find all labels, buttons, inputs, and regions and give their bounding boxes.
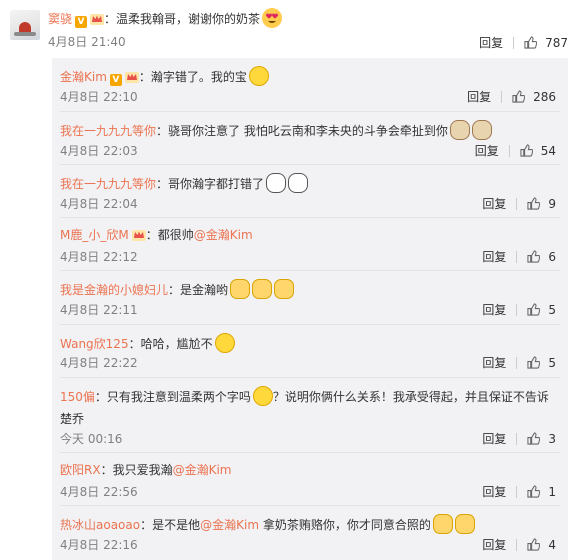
thumbs-up-icon[interactable] <box>524 36 537 49</box>
husky-emoji-icon <box>266 173 287 193</box>
like-count: 5 <box>548 355 556 370</box>
thumbs-up-icon[interactable] <box>527 432 540 445</box>
reply-text: ：是不是他 <box>140 518 201 532</box>
comment-actions: 回复 787 <box>479 34 568 51</box>
thumbs-up-icon[interactable] <box>527 303 540 316</box>
reply-item: Wang欣125：哈哈，尴尬不 4月8日 22:22 回复 5 <box>52 325 568 377</box>
vip-crown-icon <box>132 229 146 241</box>
cat-emoji-icon <box>274 279 295 299</box>
reply-text: ：哥你瀚字都打错了 <box>156 177 265 191</box>
reply-text: ：是金瀚哟 <box>168 283 229 297</box>
like-count: 9 <box>548 196 556 211</box>
vip-crown-icon <box>125 71 139 83</box>
username-link[interactable]: 欧阳RX <box>60 463 101 477</box>
reply-button[interactable]: 回复 <box>482 483 506 500</box>
replies-panel: 金瀚Kim V ：瀚字错了。我的宝 4月8日 22:10 回复 286 我在一九九九等… <box>52 58 568 560</box>
reply-text: ：骁哥你注意了 我怕叱云南和李未央的斗争会牵扯到你 <box>156 124 448 138</box>
thumbs-up-icon[interactable] <box>527 250 540 263</box>
reply-item: 欧阳RX：我只爱我瀚@金瀚Kim 4月8日 22:56 回复 1 <box>52 453 568 505</box>
reply-text: ：只有我注意到温柔两个字吗 <box>94 390 251 404</box>
smile-emoji-icon <box>252 386 273 406</box>
reply-item: 金瀚Kim V ：瀚字错了。我的宝 4月8日 22:10 回复 286 <box>52 58 568 111</box>
reply-time: 4月8日 22:10 <box>60 90 138 104</box>
reply-button[interactable]: 回复 <box>479 34 503 51</box>
cat-emoji-icon <box>454 514 475 534</box>
reply-button[interactable]: 回复 <box>475 142 499 159</box>
reply-item: 我在一九九九等你：骁哥你注意了 我怕叱云南和李未央的斗争会牵扯到你 4月8日 2… <box>52 112 568 164</box>
reply-text-continued: 楚乔 <box>60 412 85 426</box>
username-link[interactable]: 我在一九九九等你 <box>60 177 156 191</box>
thumbs-up-icon[interactable] <box>527 485 540 498</box>
thumbs-up-icon[interactable] <box>527 197 540 210</box>
reply-time: 今天 00:16 <box>60 432 123 446</box>
comment-text: ：温柔我翰哥，谢谢你的奶茶 <box>104 12 261 26</box>
reply-button[interactable]: 回复 <box>482 430 506 447</box>
username-link[interactable]: 窦骁 <box>48 12 72 26</box>
comment-time: 4月8日 21:40 <box>48 35 126 49</box>
reply-time: 4月8日 22:16 <box>60 538 138 552</box>
reply-text-continued: 拿奶茶贿赂你，你才同意合照的 <box>259 518 431 532</box>
avatar[interactable] <box>10 10 40 40</box>
vip-crown-icon <box>90 13 104 25</box>
reply-time: 4月8日 22:12 <box>60 250 138 264</box>
like-count: 286 <box>533 89 556 104</box>
username-link[interactable]: 热冰山aoaoao <box>60 518 140 532</box>
like-count: 5 <box>548 302 556 317</box>
like-count: 6 <box>548 249 556 264</box>
like-count: 54 <box>540 143 556 158</box>
reply-button[interactable]: 回复 <box>482 536 506 553</box>
main-comment: 窦骁 V ：温柔我翰哥，谢谢你的奶茶 4月8日 21:40 回复 787 <box>0 0 576 58</box>
mention-link[interactable]: @金瀚Kim <box>200 518 259 532</box>
verified-v-icon: V <box>75 16 88 28</box>
thumbs-up-icon[interactable] <box>520 144 533 157</box>
reply-time: 4月8日 22:03 <box>60 144 138 158</box>
reply-item: 我在一九九九等你：哥你瀚字都打错了 4月8日 22:04 回复 9 <box>52 165 568 217</box>
username-link[interactable]: Wang欣125 <box>60 337 129 351</box>
cat-emoji-icon <box>230 279 251 299</box>
reply-button[interactable]: 回复 <box>482 248 506 265</box>
sweat-smile-emoji-icon <box>214 333 235 353</box>
username-link[interactable]: M鹿_小_欣M <box>60 228 129 242</box>
username-link[interactable]: 150偏 <box>60 390 95 404</box>
reply-item: 我是金瀚的小媳妇儿：是金瀚哟 4月8日 22:11 回复 5 <box>52 271 568 324</box>
husky-emoji-icon <box>288 173 309 193</box>
username-link[interactable]: 我在一九九九等你 <box>60 124 156 138</box>
reply-button[interactable]: 回复 <box>482 354 506 371</box>
reply-time: 4月8日 22:04 <box>60 197 138 211</box>
comment-body: 窦骁 V ：温柔我翰哥，谢谢你的奶茶 <box>48 8 283 28</box>
reply-item: 150偏：只有我注意到温柔两个字吗 ？说明你俩什么关系！我承受得起，并且保证不告诉… <box>52 378 568 448</box>
reply-text: ：瀚字错了。我的宝 <box>138 70 247 84</box>
thumbs-up-icon[interactable] <box>512 90 525 103</box>
like-count: 1 <box>548 484 556 499</box>
thumbs-up-icon[interactable] <box>527 356 540 369</box>
reply-button[interactable]: 回复 <box>482 301 506 318</box>
smile-emoji-icon <box>248 66 269 86</box>
reply-text: ：都很帅 <box>145 228 194 242</box>
mention-link[interactable]: @金瀚Kim <box>194 228 253 242</box>
reply-item: M鹿_小_欣M ：都很帅@金瀚Kim 4月8日 22:12 回复 6 <box>52 218 568 270</box>
like-count: 3 <box>548 431 556 446</box>
verified-v-icon: V <box>109 74 122 86</box>
reply-item: 热冰山aoaoao：是不是他@金瀚Kim 拿奶茶贿赂你，你才同意合照的 4月8日… <box>52 506 568 560</box>
like-count: 787 <box>545 35 568 50</box>
reply-time: 4月8日 22:22 <box>60 356 138 370</box>
cat-emoji-icon <box>252 279 273 299</box>
dog-emoji-icon <box>449 120 470 140</box>
reply-button[interactable]: 回复 <box>467 88 491 105</box>
mention-link[interactable]: @金瀚Kim <box>173 463 232 477</box>
reply-text: ：哈哈，尴尬不 <box>128 337 213 351</box>
thumbs-up-icon[interactable] <box>527 538 540 551</box>
like-count: 4 <box>548 537 556 552</box>
reply-time: 4月8日 22:56 <box>60 485 138 499</box>
reply-text: ：我只爱我瀚 <box>100 463 173 477</box>
heart-eyes-emoji-icon <box>262 8 283 28</box>
reply-text-continued: ？说明你俩什么关系！我承受得起，并且保证不告诉 <box>272 390 549 404</box>
username-link[interactable]: 我是金瀚的小媳妇儿 <box>60 283 168 297</box>
dog-emoji-icon <box>471 120 492 140</box>
username-link[interactable]: 金瀚Kim <box>60 70 107 84</box>
reply-button[interactable]: 回复 <box>482 195 506 212</box>
reply-time: 4月8日 22:11 <box>60 303 138 317</box>
cat-emoji-icon <box>432 514 453 534</box>
